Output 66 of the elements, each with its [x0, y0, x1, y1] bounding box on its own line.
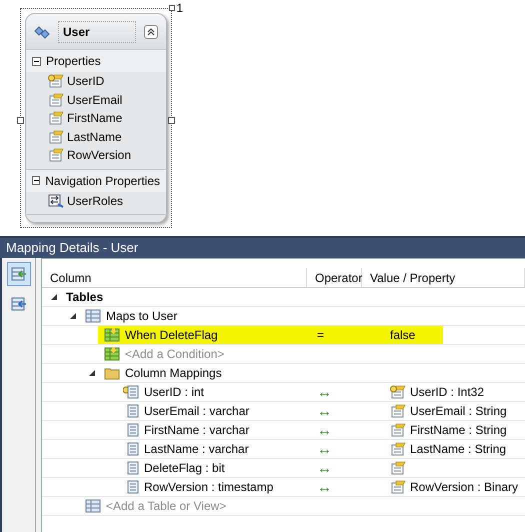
row-label: <Add a Table or View> [106, 498, 226, 515]
value-text: false [390, 327, 416, 344]
row-label: <Add a Condition> [125, 346, 224, 363]
row-label: LastName : varchar [144, 441, 249, 458]
key-property-icon [390, 385, 406, 399]
operator-text: ↔ [317, 422, 332, 438]
operator-text: ↔ [317, 404, 332, 418]
row-label: When DeleteFlag [125, 327, 218, 344]
condition-icon [104, 328, 120, 342]
panel-title: Mapping Details - User [0, 238, 525, 258]
value-text: UserEmail : String [410, 403, 507, 420]
value-text: FirstName : String [410, 422, 507, 439]
collapse-button[interactable] [144, 24, 158, 38]
property-icon [390, 423, 406, 437]
row-label: UserEmail : varchar [144, 403, 250, 420]
property-icon [48, 111, 64, 126]
entity-title: User [58, 20, 136, 42]
key-property-icon [48, 74, 64, 88]
property-icon [390, 442, 406, 456]
column-header[interactable]: Column [42, 268, 307, 287]
row-label: Maps to User [106, 308, 178, 325]
resize-handle[interactable] [168, 117, 175, 124]
section-title: Properties [46, 53, 101, 70]
operator-text: ↔ [317, 480, 332, 494]
map-table-button[interactable] [6, 262, 30, 286]
property-icon [390, 461, 406, 475]
table-icon [85, 309, 101, 323]
property-label[interactable]: FirstName [67, 109, 122, 128]
entity-icon [34, 24, 50, 38]
section-title: Navigation Properties [45, 172, 160, 190]
property-label[interactable]: UserID [67, 72, 104, 90]
collapse-toggle-icon[interactable] [32, 176, 40, 185]
resize-handle[interactable] [169, 5, 175, 11]
operator-text: ↔ [317, 442, 332, 456]
property-icon [390, 480, 406, 494]
folder-icon [104, 366, 120, 380]
property-label[interactable]: LastName [67, 128, 122, 146]
property-label[interactable]: UserEmail [67, 90, 122, 109]
value-text: UserID : Int32 [410, 384, 484, 401]
multiplicity-label: 1 [176, 0, 183, 17]
table-icon [85, 499, 101, 513]
value-text: LastName : String [410, 441, 506, 458]
collapse-toggle-icon[interactable] [32, 56, 41, 66]
row-label: RowVersion : timestamp [144, 479, 274, 496]
property-icon [48, 130, 64, 144]
property-icon [48, 92, 64, 107]
property-label[interactable]: RowVersion [67, 146, 132, 164]
property-icon [390, 404, 406, 418]
operator-text: = [317, 327, 324, 344]
row-label: Column Mappings [125, 365, 222, 382]
operator-text: ↔ [317, 460, 332, 476]
property-icon [48, 148, 64, 162]
operator-text: ↔ [317, 384, 332, 400]
navigation-icon [48, 194, 64, 208]
entity-card[interactable]: User Properties UserID UserEmail FirstName LastName RowVersion Navigation Properties UserRoles [25, 13, 167, 223]
resize-handle[interactable] [17, 117, 24, 124]
row-label: DeleteFlag : bit [144, 460, 225, 477]
value-text: RowVersion : Binary [410, 479, 518, 496]
chevron-icon [147, 28, 155, 36]
row-label: FirstName : varchar [144, 422, 250, 439]
column-header[interactable]: Value / Property [362, 268, 525, 287]
column-header[interactable]: Operator [307, 268, 362, 287]
group-label: Tables [66, 289, 104, 306]
condition-icon [104, 347, 120, 361]
row-label: UserID : int [144, 384, 204, 401]
property-label[interactable]: UserRoles [67, 192, 124, 210]
